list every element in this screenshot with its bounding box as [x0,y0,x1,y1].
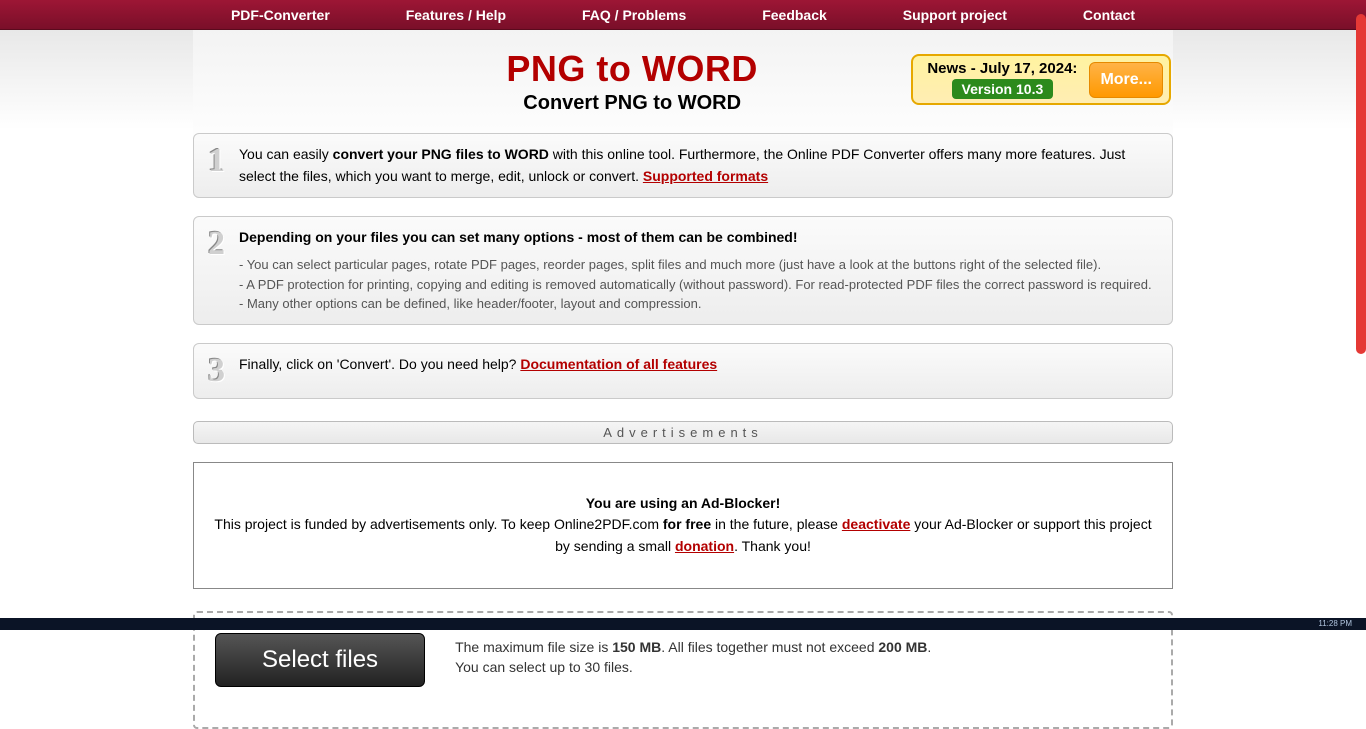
header-row: PNG to WORD Convert PNG to WORD News - J… [193,48,1173,115]
page-subtitle: Convert PNG to WORD [353,92,911,115]
top-navbar: PDF-Converter Features / Help FAQ / Prob… [0,0,1366,30]
more-button[interactable]: More... [1089,62,1163,98]
title-block: PNG to WORD Convert PNG to WORD [193,48,911,115]
nav-feedback[interactable]: Feedback [762,7,827,23]
adblock-p1e: . Thank you! [734,538,811,554]
step-2-sub-2: - Many other options can be defined, lik… [239,294,1156,314]
file-info: The maximum file size is 150 MB. All fil… [455,633,931,678]
step-3-pre: Finally, click on 'Convert'. Do you need… [239,356,520,372]
news-text: News - July 17, 2024: Version 10.3 [927,60,1077,99]
adblock-p1b: for free [663,516,711,532]
news-box: News - July 17, 2024: Version 10.3 More.… [911,54,1171,105]
step-3-body: Finally, click on 'Convert'. Do you need… [239,354,1156,376]
nav-support[interactable]: Support project [903,7,1007,23]
adblock-title: You are using an Ad-Blocker! [586,495,780,511]
step-2-box: 2 Depending on your files you can set ma… [193,216,1173,324]
file-info-1c: . All files together must not exceed [661,639,878,655]
file-info-1a: The maximum file size is [455,639,612,655]
taskbar-time: 11:28 PM [1318,619,1352,628]
scrollbar[interactable] [1356,14,1366,354]
file-info-1b: 150 MB [612,639,661,655]
nav-features[interactable]: Features / Help [406,7,506,23]
step-2-sub-1: - A PDF protection for printing, copying… [239,275,1156,295]
step-1-pre: You can easily [239,146,333,162]
select-files-button[interactable]: Select files [215,633,425,687]
donation-link[interactable]: donation [675,538,734,554]
documentation-link[interactable]: Documentation of all features [520,356,717,372]
step-2-sublist: - You can select particular pages, rotat… [239,255,1156,314]
step-1-body: You can easily convert your PNG files to… [239,144,1156,187]
step-3-box: 3 Finally, click on 'Convert'. Do you ne… [193,343,1173,399]
step-1-box: 1 You can easily convert your PNG files … [193,133,1173,198]
step-3-number: 3 [204,354,229,388]
page-title: PNG to WORD [353,48,911,90]
news-date: News - July 17, 2024: [927,60,1077,77]
advertisements-label: Advertisements [193,421,1173,444]
supported-formats-link[interactable]: Supported formats [643,168,768,184]
step-2-body: Depending on your files you can set many… [239,227,1156,313]
file-info-1d: 200 MB [878,639,927,655]
nav-inner: PDF-Converter Features / Help FAQ / Prob… [193,7,1173,23]
step-2-bold: Depending on your files you can set many… [239,229,798,245]
step-2-sub-0: - You can select particular pages, rotat… [239,255,1156,275]
file-info-2: You can select up to 30 files. [455,659,633,675]
step-1-bold: convert your PNG files to WORD [333,146,549,162]
adblock-notice: You are using an Ad-Blocker! This projec… [193,462,1173,589]
taskbar[interactable] [0,618,1366,630]
nav-faq[interactable]: FAQ / Problems [582,7,686,23]
file-info-1e: . [927,639,931,655]
adblock-p1a: This project is funded by advertisements… [214,516,662,532]
nav-contact[interactable]: Contact [1083,7,1135,23]
step-2-number: 2 [204,227,229,261]
deactivate-link[interactable]: deactivate [842,516,910,532]
nav-pdf-converter[interactable]: PDF-Converter [231,7,330,23]
step-1-number: 1 [204,144,229,178]
adblock-p1c: in the future, please [711,516,842,532]
version-badge: Version 10.3 [952,79,1054,99]
